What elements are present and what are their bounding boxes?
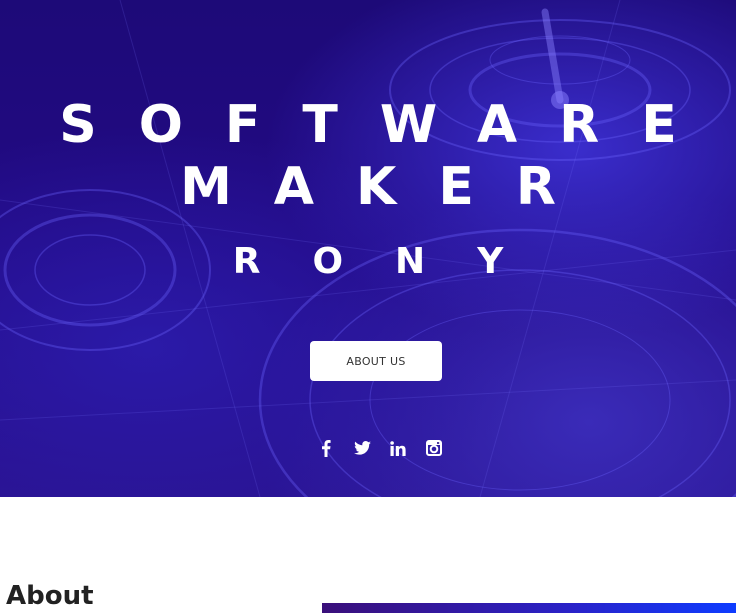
linkedin-icon <box>390 440 406 456</box>
instagram-icon <box>426 440 442 456</box>
hero-section: SOFTWARE MAKER RONY ABOUT US <box>0 0 736 497</box>
social-links <box>308 437 452 459</box>
about-heading: About <box>6 581 94 611</box>
about-image <box>322 603 736 613</box>
about-section: About <box>0 497 736 613</box>
twitter-link[interactable] <box>344 437 380 459</box>
hero-title: SOFTWARE MAKER <box>59 95 719 217</box>
instagram-link[interactable] <box>416 437 452 459</box>
twitter-icon <box>353 441 371 455</box>
about-us-button[interactable]: ABOUT US <box>310 341 442 381</box>
hero-subtitle: RONY <box>232 241 556 282</box>
linkedin-link[interactable] <box>380 437 416 459</box>
facebook-link[interactable] <box>308 437 344 459</box>
facebook-icon <box>322 439 331 457</box>
